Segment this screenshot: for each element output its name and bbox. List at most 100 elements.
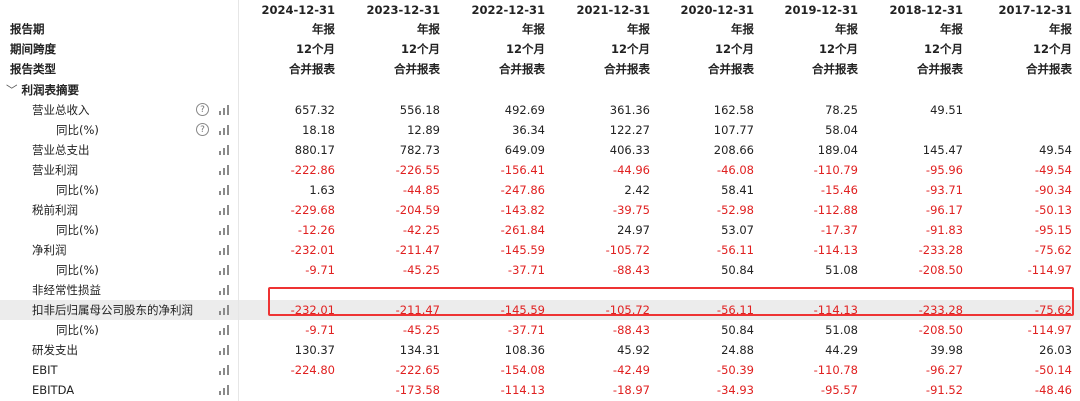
row-label-text: 营业总收入: [32, 103, 90, 117]
meta-row-label: 报告类型: [0, 59, 248, 79]
row-label-text: 税前利润: [32, 203, 78, 217]
table-row[interactable]: 同比(%) -12.26 -42.25 -261.84 24.97 53.07 -17.37…: [0, 220, 1080, 240]
value-cell: 208.66: [713, 143, 754, 157]
table-row[interactable]: 同比(%) -9.71 -45.25 -37.71 -88.43 50.84 51.08 -2…: [0, 320, 1080, 340]
column-header-date: 2024-12-31: [261, 3, 335, 17]
column-header-date: 2018-12-31: [889, 3, 963, 17]
value-cell: -96.27: [925, 363, 963, 377]
bar-chart-icon[interactable]: [219, 245, 230, 255]
value-cell: 39.98: [930, 343, 963, 357]
column-header-date: 2019-12-31: [784, 3, 858, 17]
row-label-text: 同比(%): [56, 263, 99, 277]
table-row[interactable]: 研发支出 130.37 134.31 108.36 45.92 24.88 44.29 39.…: [0, 340, 1080, 360]
value-cell: 年报: [940, 22, 963, 36]
row-label-text: EBIT: [32, 363, 58, 377]
value-cell: -105.72: [605, 243, 650, 257]
bar-chart-icon[interactable]: [219, 265, 230, 275]
value-cell: -44.96: [612, 163, 650, 177]
value-cell: -114.97: [1027, 263, 1072, 277]
value-cell: 12个月: [818, 42, 858, 56]
value-cell: 合并报表: [708, 62, 754, 76]
column-header-date: 2017-12-31: [998, 3, 1072, 17]
value-cell: -9.71: [305, 323, 335, 337]
bar-chart-icon[interactable]: [219, 165, 230, 175]
value-cell: [972, 120, 1072, 140]
bar-chart-icon[interactable]: [219, 365, 230, 375]
table-row[interactable]: EBIT -224.80 -222.65 -154.08 -42.49 -50.39 -11…: [0, 360, 1080, 380]
value-cell: 12个月: [400, 42, 440, 56]
value-cell: -15.46: [820, 183, 858, 197]
value-cell: -156.41: [500, 163, 545, 177]
value-cell: -95.15: [1034, 223, 1072, 237]
value-cell: [235, 380, 335, 400]
bar-chart-icon[interactable]: [219, 305, 230, 315]
column-header-row: 2024-12-31 2023-12-31 2022-12-31 2021-12-31…: [0, 0, 1080, 20]
meta-label-text: 报告期: [10, 22, 45, 36]
table-row[interactable]: 同比(%) 1.63 -44.85 -247.86 2.42 58.41 -15.46 -93…: [0, 180, 1080, 200]
value-cell: 合并报表: [394, 62, 440, 76]
table-row[interactable]: 营业总收入? 657.32 556.18 492.69 361.36 162.58 78.2…: [0, 100, 1080, 120]
section-header-income-summary[interactable]: ﹀ 利润表摘要: [0, 80, 1080, 100]
header-corner: [0, 0, 238, 20]
label-column-divider: [238, 0, 239, 401]
row-label-text: 同比(%): [56, 123, 99, 137]
bar-chart-icon[interactable]: [219, 385, 230, 395]
section-title: 利润表摘要: [21, 83, 80, 97]
row-label-text: EBITDA: [32, 383, 75, 397]
row-label: EBIT: [0, 360, 270, 380]
bar-chart-icon[interactable]: [219, 285, 230, 295]
value-cell: -112.88: [813, 203, 858, 217]
value-cell: -114.97: [1027, 323, 1072, 337]
question-circle-icon[interactable]: ?: [196, 123, 209, 136]
value-cell: -114.13: [500, 383, 545, 397]
value-cell: -173.58: [395, 383, 440, 397]
table-row[interactable]: 税前利润 -229.68 -204.59 -143.82 -39.75 -52.98 -11…: [0, 200, 1080, 220]
value-cell: -52.98: [716, 203, 754, 217]
value-cell: -114.13: [813, 243, 858, 257]
value-cell: [863, 120, 963, 140]
value-cell: -90.34: [1034, 183, 1072, 197]
meta-row: 期间跨度 12个月 12个月 12个月 12个月 12个月 12个月 12个月 12个月: [0, 39, 1080, 59]
bar-chart-icon[interactable]: [219, 185, 230, 195]
section-header-label[interactable]: ﹀ 利润表摘要: [0, 80, 244, 100]
bar-chart-icon[interactable]: [219, 345, 230, 355]
row-label-text: 非经常性损益: [32, 283, 101, 297]
row-label: 扣非后归属母公司股东的净利润: [0, 300, 270, 320]
value-cell: -222.86: [290, 163, 335, 177]
value-cell: 45.92: [617, 343, 650, 357]
question-circle-icon[interactable]: ?: [196, 103, 209, 116]
value-cell: 年报: [417, 22, 440, 36]
table-row[interactable]: EBITDA -173.58 -114.13 -18.97 -34.93 -95.57 -9…: [0, 380, 1080, 400]
bar-chart-icon[interactable]: [219, 125, 230, 135]
value-cell: 51.08: [825, 323, 858, 337]
value-cell: 53.07: [721, 223, 754, 237]
table-row[interactable]: 同比(%) -9.71 -45.25 -37.71 -88.43 50.84 51.08 -2…: [0, 260, 1080, 280]
value-cell: 44.29: [825, 343, 858, 357]
table-row[interactable]: 营业利润 -222.86 -226.55 -156.41 -44.96 -46.08 -11…: [0, 160, 1080, 180]
value-cell: -45.25: [402, 263, 440, 277]
value-cell: 162.58: [713, 103, 754, 117]
value-cell: 18.18: [302, 123, 335, 137]
meta-row: 报告期 年报 年报 年报 年报 年报 年报 年报 年报: [0, 19, 1080, 39]
value-cell: -88.43: [612, 263, 650, 277]
value-cell: 年报: [312, 22, 335, 36]
bar-chart-icon[interactable]: [219, 225, 230, 235]
row-label-text: 扣非后归属母公司股东的净利润: [32, 303, 193, 317]
bar-chart-icon[interactable]: [219, 145, 230, 155]
bar-chart-icon[interactable]: [219, 205, 230, 215]
value-cell: 880.17: [294, 143, 335, 157]
value-cell: 107.77: [713, 123, 754, 137]
value-cell: -229.68: [290, 203, 335, 217]
value-cell: -56.11: [716, 243, 754, 257]
value-cell: 合并报表: [1026, 62, 1072, 76]
chevron-down-icon[interactable]: ﹀: [6, 82, 18, 98]
table-row[interactable]: 净利润 -232.01 -211.47 -145.59 -105.72 -56.11 -11…: [0, 240, 1080, 260]
value-cell: 1.63: [309, 183, 335, 197]
row-label-text: 营业利润: [32, 163, 78, 177]
table-row[interactable]: 营业总支出 880.17 782.73 649.09 406.33 208.66 189.0…: [0, 140, 1080, 160]
bar-chart-icon[interactable]: [219, 105, 230, 115]
bar-chart-icon[interactable]: [219, 325, 230, 335]
column-header-date: 2020-12-31: [680, 3, 754, 17]
table-row[interactable]: 同比(%)? 18.18 12.89 36.34 122.27 107.77 58.04: [0, 120, 1080, 140]
value-cell: 58.04: [825, 123, 858, 137]
